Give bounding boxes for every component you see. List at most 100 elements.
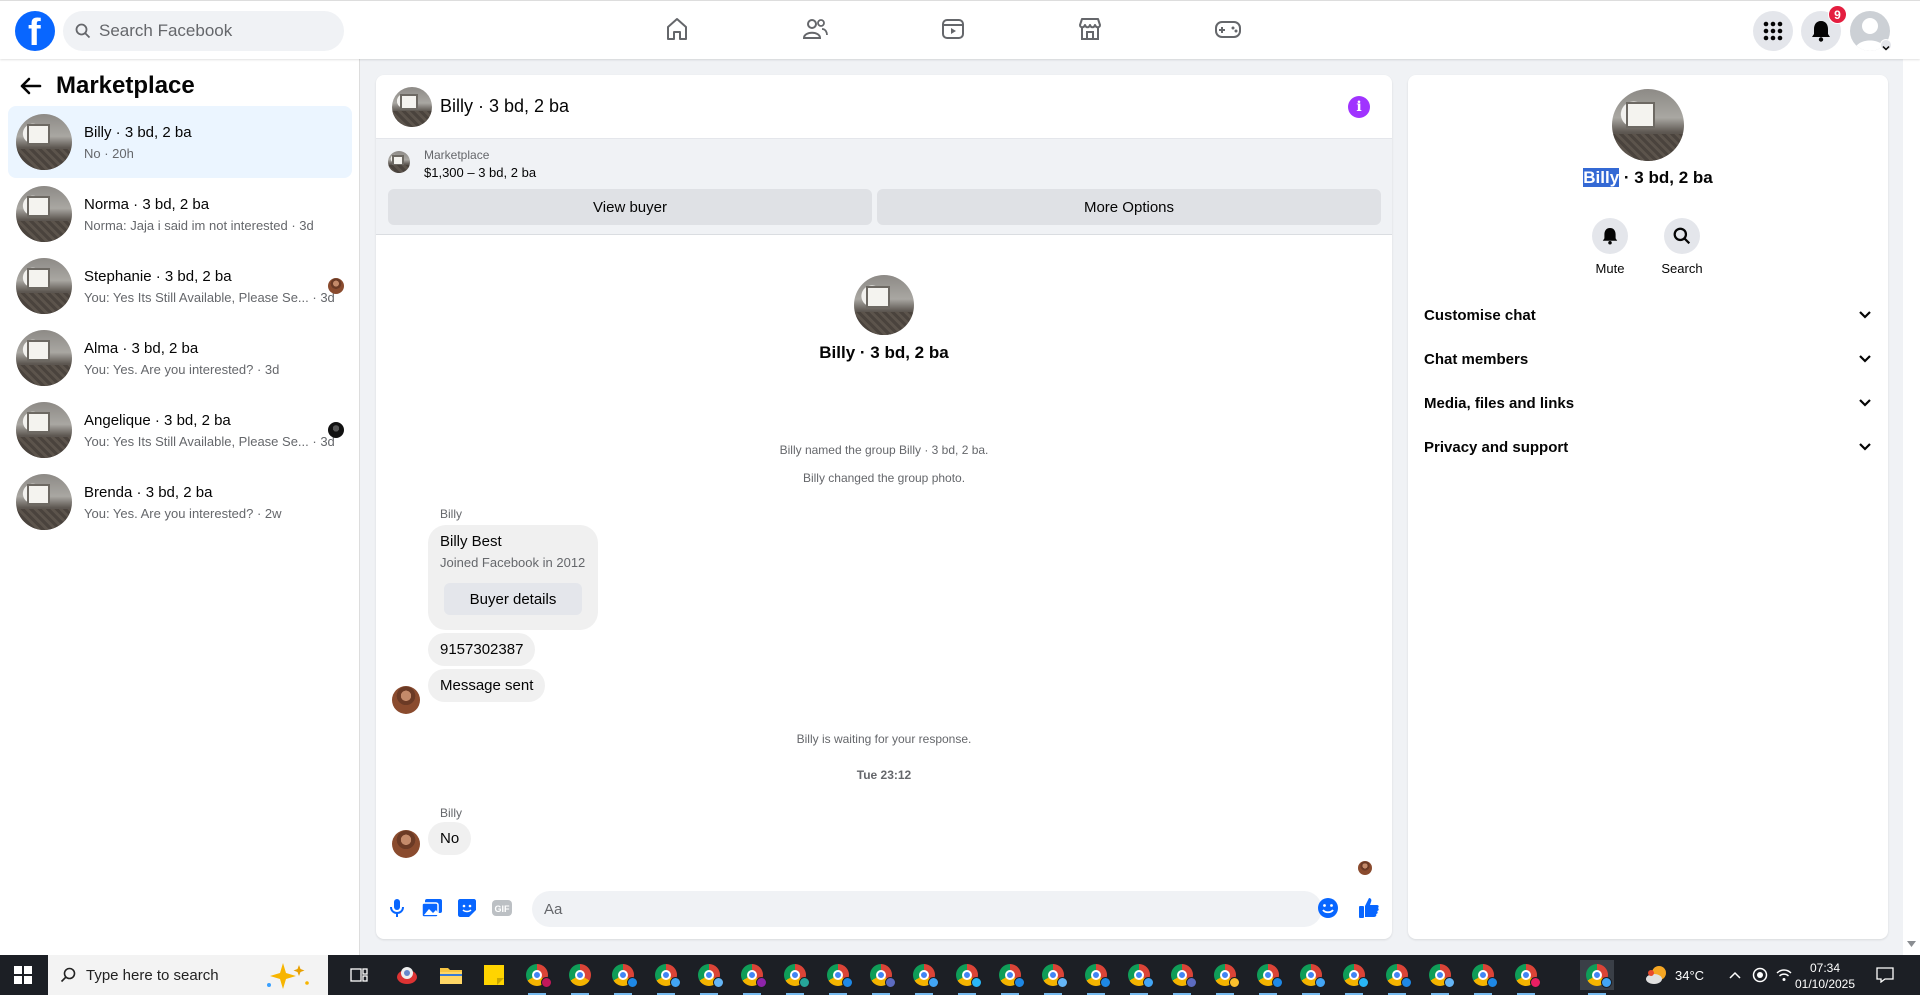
chrome-icon[interactable] (520, 960, 554, 995)
chrome-icon[interactable] (1466, 960, 1500, 995)
facebook-search[interactable] (63, 11, 344, 51)
info-icon[interactable]: i (1348, 96, 1370, 118)
clock-time: 07:34 (1809, 961, 1841, 975)
facebook-logo-icon[interactable]: f (15, 11, 55, 54)
chrome-icon[interactable] (692, 960, 726, 995)
chrome-icon[interactable] (1165, 960, 1199, 995)
file-explorer-icon[interactable] (434, 960, 468, 990)
task-view-icon[interactable] (342, 960, 376, 990)
listing-price[interactable]: $1,300 – 3 bd, 2 ba (424, 165, 536, 180)
notifications-button[interactable]: 9 (1801, 5, 1847, 51)
message-bubble[interactable]: Message sent (428, 669, 546, 702)
chrome-icon[interactable] (778, 960, 812, 995)
home-icon[interactable] (661, 13, 693, 45)
chrome-icon[interactable] (606, 960, 640, 995)
search-chat-button[interactable]: Search (1652, 218, 1712, 276)
app-icon[interactable] (390, 960, 424, 990)
tray-status-icon[interactable] (1752, 955, 1768, 995)
taskbar-search-input[interactable] (86, 966, 256, 984)
chrome-icon[interactable] (907, 960, 941, 995)
sticky-notes-icon[interactable] (477, 960, 511, 990)
more-options-button[interactable]: More Options (877, 189, 1381, 225)
chrome-icon[interactable] (1036, 960, 1070, 995)
chrome-icon[interactable] (1208, 960, 1242, 995)
chrome-icon[interactable] (1122, 960, 1156, 995)
page-scrollbar[interactable] (1903, 59, 1920, 955)
buyer-joined: Joined Facebook in 2012 (440, 555, 586, 570)
details-name: Billy · 3 bd, 2 ba (1408, 168, 1888, 188)
chrome-icon[interactable] (649, 960, 683, 995)
conversation-item[interactable]: Stephanie · 3 bd, 2 ba You: Yes Its Stil… (8, 250, 352, 322)
notification-center-icon[interactable] (1876, 955, 1894, 995)
notification-badge: 9 (1828, 5, 1847, 24)
chrome-icon[interactable] (1423, 960, 1457, 995)
sender-avatar[interactable] (392, 686, 420, 714)
windows-start-icon[interactable] (0, 955, 46, 995)
chat-avatar[interactable] (392, 86, 432, 127)
mute-label: Mute (1595, 261, 1625, 276)
chevron-down-icon (1859, 443, 1871, 451)
media-files-links-row[interactable]: Media, files and links (1416, 383, 1880, 423)
microphone-icon[interactable] (386, 897, 408, 919)
conversation-item[interactable]: Billy · 3 bd, 2 ba No · 20h (8, 106, 352, 178)
conversation-item[interactable]: Alma · 3 bd, 2 ba You: Yes. Are you inte… (8, 322, 352, 394)
conversation-name: Brenda · 3 bd, 2 ba (84, 483, 213, 501)
marketplace-icon[interactable] (1074, 13, 1106, 45)
timestamp: Tue 23:12 (856, 768, 912, 782)
chrome-icon[interactable] (1079, 960, 1113, 995)
video-icon[interactable] (937, 13, 969, 45)
taskbar-search[interactable] (48, 955, 328, 995)
mute-button[interactable]: Mute (1580, 218, 1640, 276)
back-arrow-icon[interactable] (20, 73, 46, 99)
taskbar-clock[interactable]: 07:34 01/10/2025 (1790, 960, 1860, 992)
chrome-icon[interactable] (950, 960, 984, 995)
conversation-name: Stephanie · 3 bd, 2 ba (84, 267, 232, 285)
thumbs-up-icon[interactable] (1358, 897, 1380, 919)
conversation-preview: Norma: Jaja i said im not interested · 3… (84, 217, 314, 233)
sticker-icon[interactable] (456, 897, 478, 919)
chrome-icon[interactable] (735, 960, 769, 995)
account-chevron-icon[interactable] (1880, 39, 1892, 51)
privacy-support-row[interactable]: Privacy and support (1416, 427, 1880, 467)
group-avatar (854, 275, 914, 335)
chrome-icon[interactable] (864, 960, 898, 995)
buyer-details-button[interactable]: Buyer details (444, 583, 582, 615)
view-buyer-button[interactable]: View buyer (388, 189, 872, 225)
weather-widget[interactable]: 34°C (1645, 955, 1704, 995)
emoji-icon[interactable] (1317, 897, 1339, 919)
chrome-icon[interactable] (1509, 960, 1543, 995)
section-label: Chat members (1424, 350, 1529, 368)
sender-label: Billy (440, 806, 463, 820)
tray-chevron-up-icon[interactable] (1728, 955, 1742, 995)
marketplace-sidebar: Marketplace Billy · 3 bd, 2 ba No · 20h … (0, 59, 360, 955)
chrome-icon[interactable] (1380, 960, 1414, 995)
sender-avatar[interactable] (392, 830, 420, 858)
selected-text: Billy (1583, 168, 1620, 187)
listing-thumbnail[interactable] (388, 151, 410, 173)
chrome-icon[interactable] (821, 960, 855, 995)
chrome-icon[interactable] (1580, 960, 1614, 995)
seen-avatar (328, 422, 344, 438)
section-label: Media, files and links (1424, 394, 1575, 412)
chat-title[interactable]: Billy · 3 bd, 2 ba (440, 96, 569, 117)
customise-chat-row[interactable]: Customise chat (1416, 295, 1880, 335)
chat-members-row[interactable]: Chat members (1416, 339, 1880, 379)
message-bubble[interactable]: No (428, 822, 472, 855)
conversation-item[interactable]: Angelique · 3 bd, 2 ba You: Yes Its Stil… (8, 394, 352, 466)
chrome-icon[interactable] (563, 960, 597, 995)
conversation-item[interactable]: Brenda · 3 bd, 2 ba You: Yes. Are you in… (8, 466, 352, 538)
gaming-icon[interactable] (1212, 13, 1244, 45)
chrome-icon[interactable] (993, 960, 1027, 995)
search-input[interactable] (99, 21, 319, 41)
chrome-icon[interactable] (1337, 960, 1371, 995)
chrome-icon[interactable] (1294, 960, 1328, 995)
friends-icon[interactable] (799, 13, 831, 45)
message-input[interactable] (532, 891, 1322, 927)
chrome-icon[interactable] (1251, 960, 1285, 995)
photo-icon[interactable] (421, 897, 443, 919)
conversation-item[interactable]: Norma · 3 bd, 2 ba Norma: Jaja i said im… (8, 178, 352, 250)
menu-grid-button[interactable] (1753, 11, 1793, 51)
gif-icon[interactable]: GIF (491, 897, 513, 919)
message-bubble[interactable]: 9157302387 (428, 633, 536, 666)
section-label: Customise chat (1424, 306, 1536, 324)
